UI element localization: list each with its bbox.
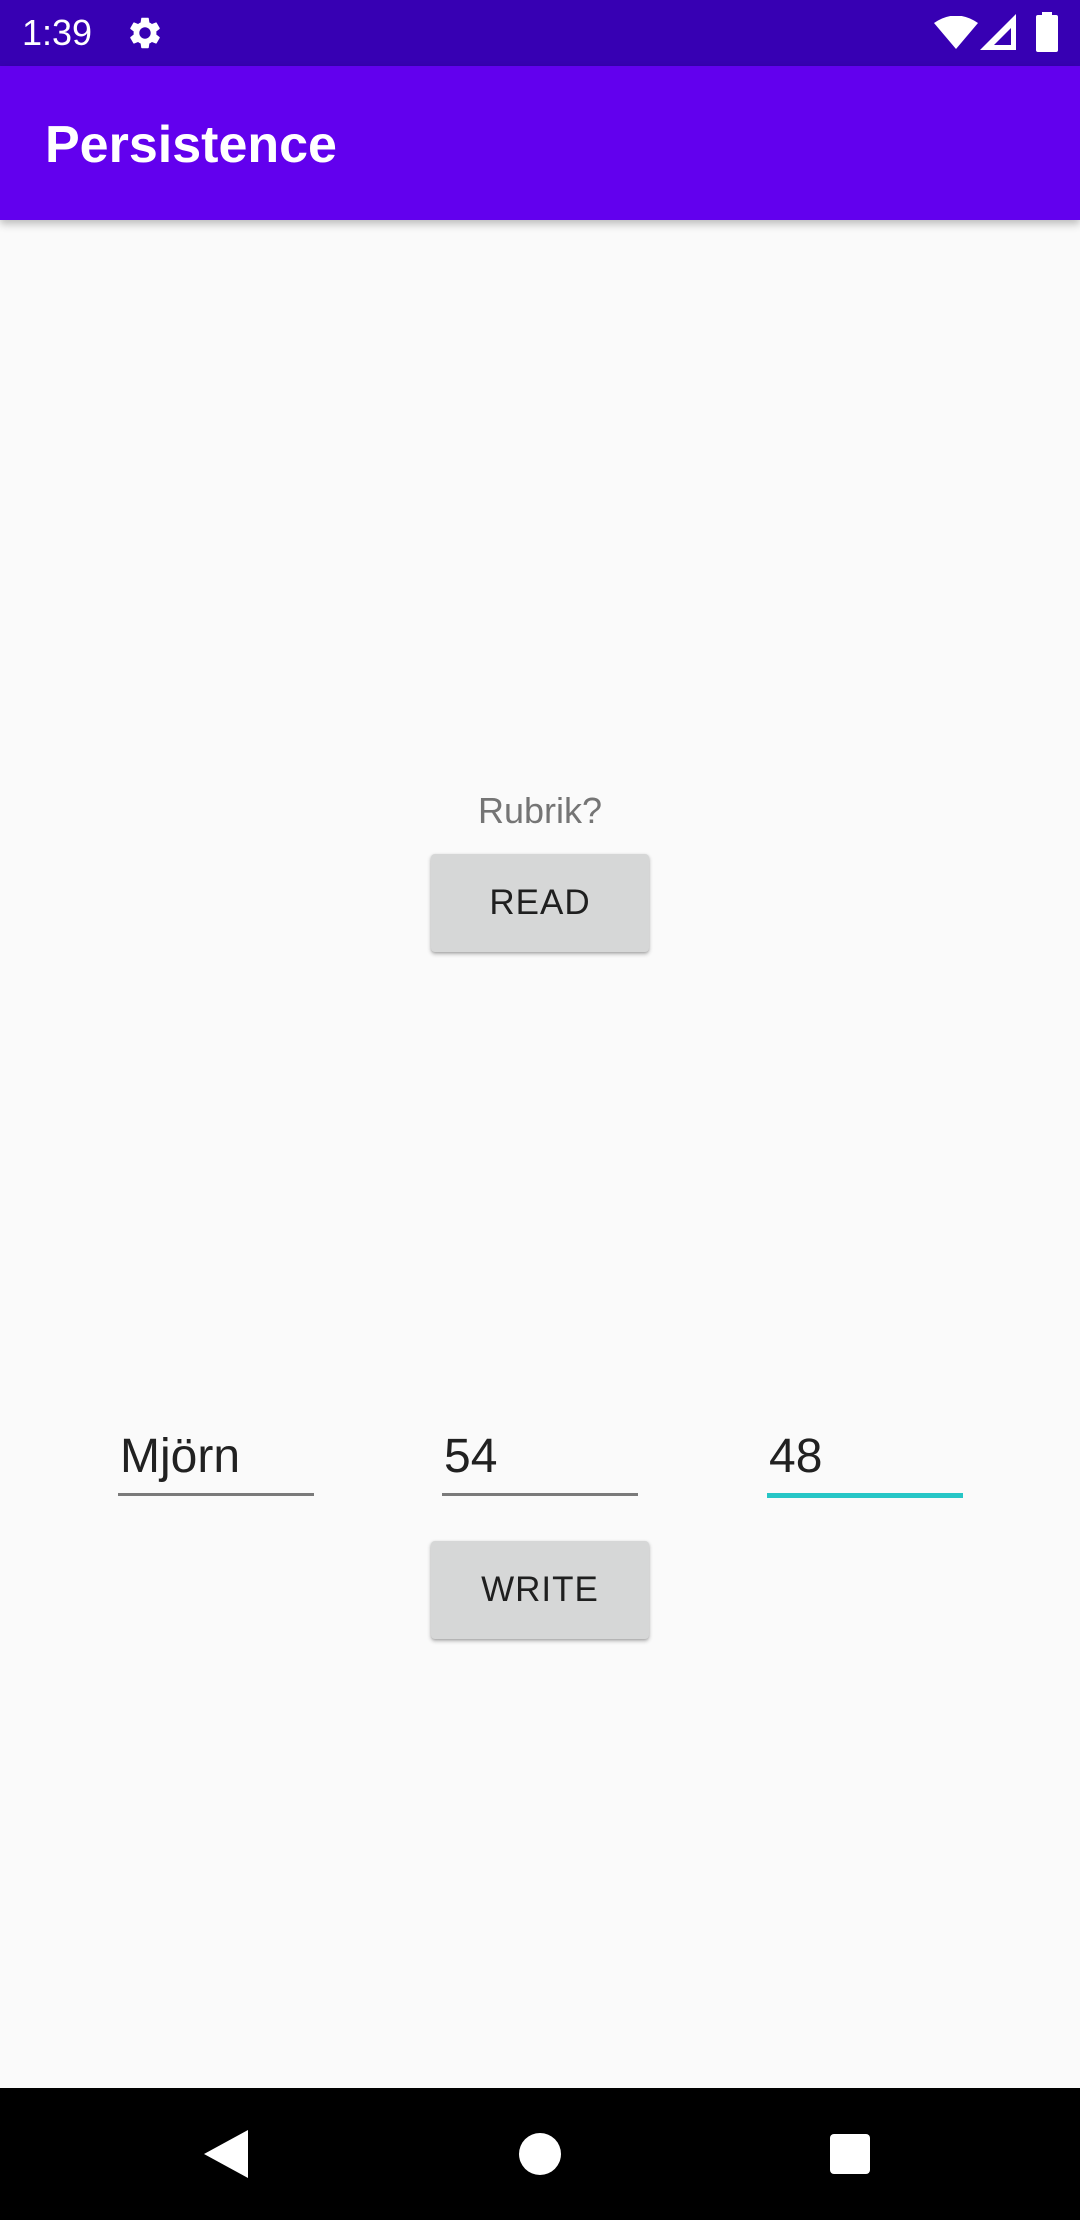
name-input[interactable]: [118, 1420, 314, 1496]
screen: 1:39 Persistence Rubrik? READ WRITE: [0, 0, 1080, 2220]
status-time: 1:39: [22, 12, 93, 53]
write-button[interactable]: WRITE: [431, 1541, 649, 1639]
navigation-bar: [0, 2088, 1080, 2220]
app-title: Persistence: [45, 116, 337, 174]
signal-icon: [980, 14, 1016, 50]
home-icon[interactable]: [518, 2132, 562, 2176]
read-button[interactable]: READ: [431, 854, 649, 952]
back-icon[interactable]: [204, 2130, 248, 2178]
app-bar: Persistence: [0, 66, 1080, 220]
gear-icon: [130, 17, 160, 49]
first-number-input[interactable]: [442, 1420, 638, 1496]
status-bar: 1:39: [0, 0, 1080, 66]
second-number-input[interactable]: [767, 1420, 963, 1498]
heading-text: Rubrik?: [477, 790, 603, 831]
wifi-icon: [934, 16, 978, 49]
recent-apps-icon[interactable]: [830, 2134, 870, 2174]
battery-icon: [1036, 12, 1058, 52]
